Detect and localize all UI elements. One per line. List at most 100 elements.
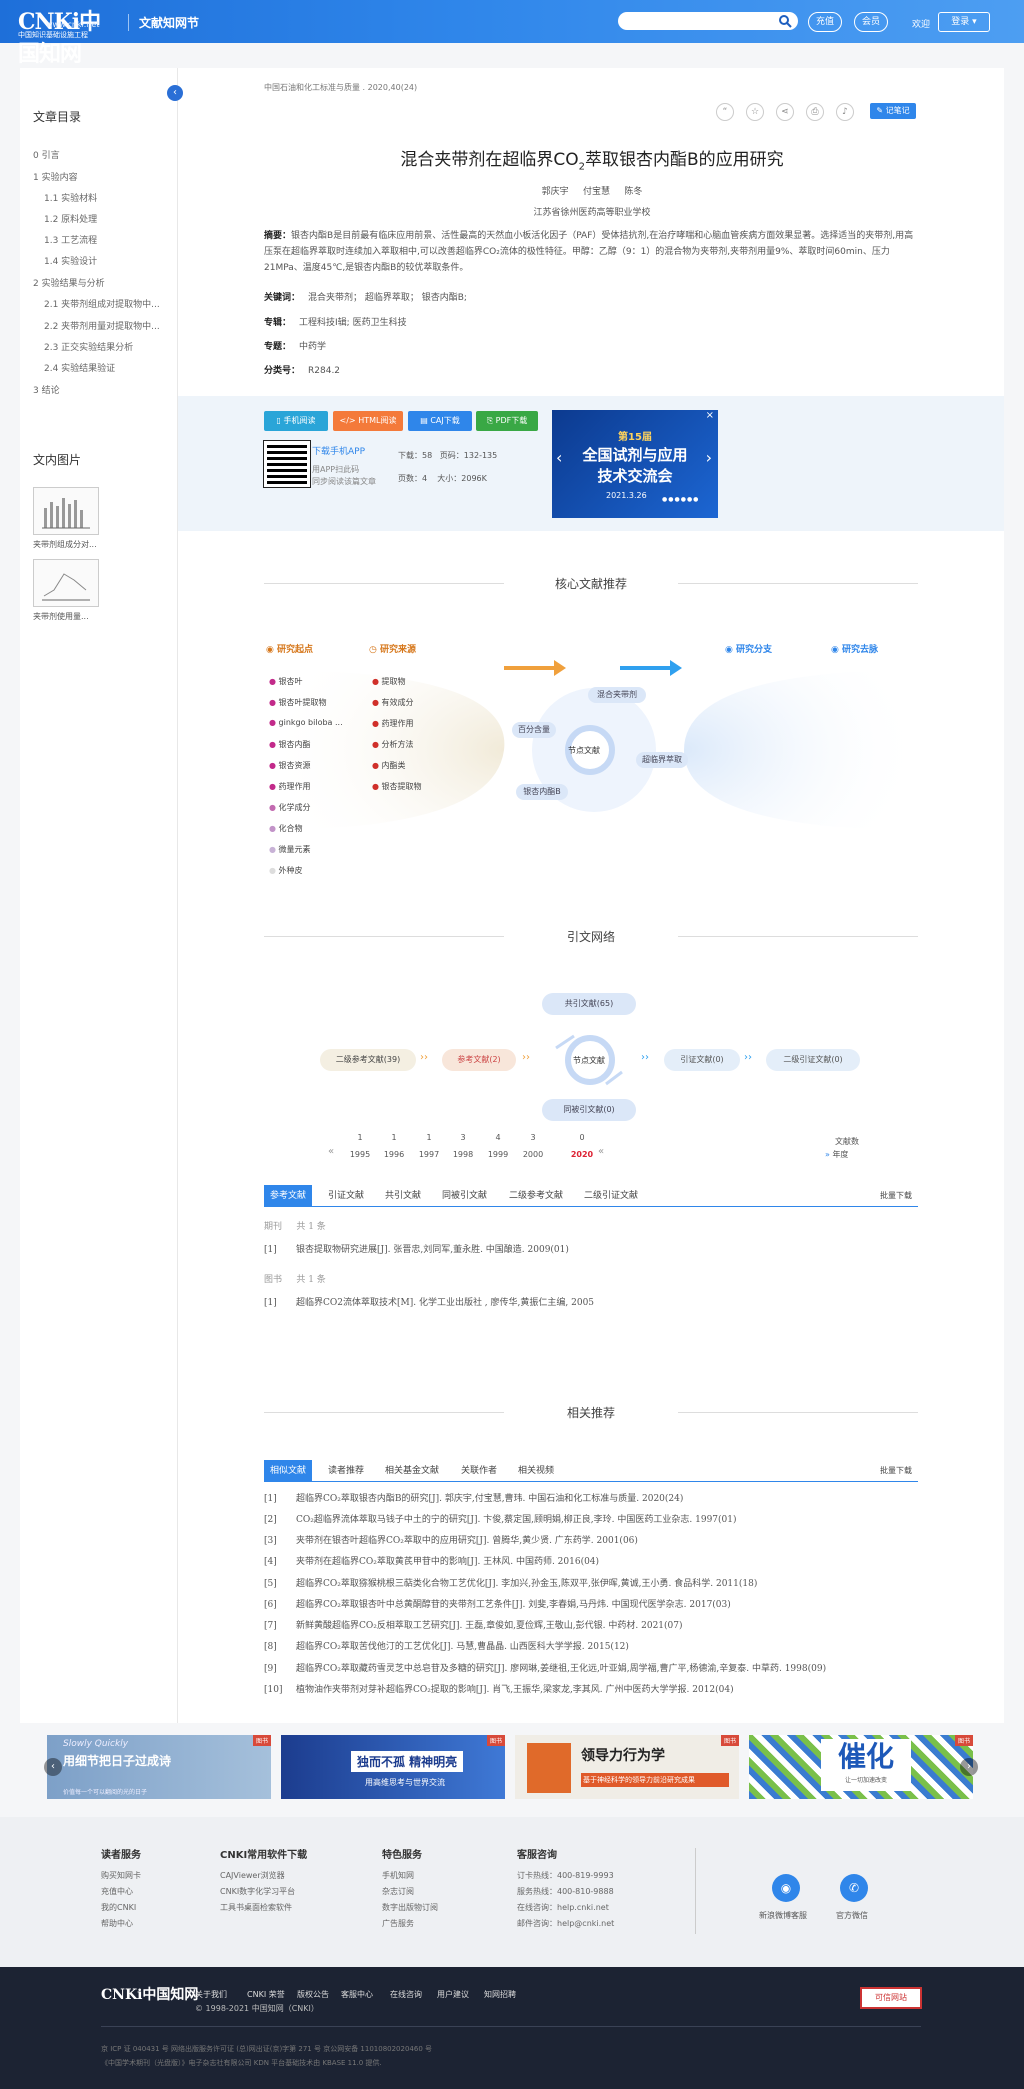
year-tick[interactable]: 1998 — [449, 1150, 477, 1159]
related-item[interactable]: [5] 超临界CO₂萃取猕猴桃根三萜类化合物工艺优化[J]. 李加兴,孙金玉,陈双… — [264, 1576, 757, 1589]
batch-download-button[interactable]: 批量下载 — [880, 1460, 912, 1482]
footer-link[interactable]: 在线咨询：help.cnki.net — [517, 1902, 609, 1913]
footer-nav-link[interactable]: 在线咨询 — [390, 1989, 422, 2000]
tab-similar[interactable]: 相似文献 — [264, 1460, 313, 1482]
start-item[interactable]: ● 银杏资源 — [269, 760, 311, 771]
next-arrow-icon[interactable]: › — [706, 448, 712, 467]
research-source-tab[interactable]: ◷ 研究来源 — [369, 642, 429, 655]
prev-arrow-icon[interactable]: ‹ — [556, 448, 562, 467]
figure-thumbnail[interactable] — [33, 559, 99, 607]
footer-link[interactable]: 广告服务 — [382, 1918, 414, 1929]
author-link[interactable]: 付宝慧 — [583, 187, 610, 197]
source-item[interactable]: ● 银杏提取物 — [372, 781, 422, 792]
login-button[interactable]: 登录 ▾ — [938, 12, 990, 32]
start-item[interactable]: ● 银杏内酯 — [269, 739, 311, 750]
source-item[interactable]: ● 药理作用 — [372, 718, 414, 729]
node-label[interactable]: 节点文献 — [568, 745, 600, 756]
quote-icon[interactable]: “ — [716, 103, 734, 121]
toc-item[interactable]: 1.4 实验设计 — [44, 254, 97, 267]
weibo-label[interactable]: 新浪微博客服 — [759, 1910, 807, 1921]
year-tick[interactable]: 1997 — [415, 1150, 443, 1159]
footer-link[interactable]: 手机知网 — [382, 1870, 414, 1881]
carousel-dots[interactable]: ●●●●●● — [662, 496, 699, 503]
footer-link[interactable]: 服务热线：400-810-9888 — [517, 1886, 614, 1897]
search-icon[interactable] — [778, 14, 792, 28]
footer-link[interactable]: 购买知网卡 — [101, 1870, 141, 1881]
footer-link[interactable]: 邮件咨询：help@cnki.net — [517, 1918, 614, 1929]
affiliation[interactable]: 江苏省徐州医药高等职业学校 — [180, 205, 1004, 218]
pdf-download-button[interactable]: ⎘ PDF下载 — [476, 411, 538, 431]
related-item[interactable]: [6] 超临界CO₂萃取银杏叶中总黄酮醇苷的夹带剂工艺条件[J]. 刘斐,李春娟,… — [264, 1597, 731, 1610]
toc-item[interactable]: 3 结论 — [33, 383, 60, 396]
toc-item[interactable]: 1 实验内容 — [33, 170, 78, 183]
tab-co-citations[interactable]: 共引文献 — [385, 1185, 421, 1207]
related-item[interactable]: [4] 夹带剂在超临界CO₂萃取黄芪甲苷中的影响[J]. 王林风. 中国药师. 2… — [264, 1554, 599, 1567]
start-item[interactable]: ● 化学成分 — [269, 802, 311, 813]
keyword-tag[interactable]: 百分含量 — [512, 722, 556, 738]
research-branch-tab[interactable]: ◉ 研究分支 — [725, 642, 791, 655]
keyword-tag[interactable]: 银杏内酯B — [516, 784, 568, 800]
related-item[interactable]: [8] 超临界CO₂萃取苦伐他汀的工艺优化[J]. 马慧,曹晶晶. 山西医科大学学… — [264, 1639, 629, 1652]
share-icon[interactable]: ⋖ — [776, 103, 794, 121]
tab-second-ref[interactable]: 二级参考文献 — [509, 1185, 563, 1207]
toc-item[interactable]: 2.1 夹带剂组成对提取物中... — [44, 297, 160, 310]
tab-references[interactable]: 参考文献 — [264, 1185, 313, 1207]
keyword-tag[interactable]: 超临界萃取 — [636, 752, 688, 768]
carousel-next-icon[interactable]: › — [960, 1758, 978, 1776]
mobile-read-button[interactable]: ▯ 手机阅读 — [264, 411, 328, 431]
footer-nav-link[interactable]: 版权公告 — [297, 1989, 329, 2000]
footer-nav-link[interactable]: 用户建议 — [437, 1989, 469, 2000]
book-ad[interactable]: Slowly Quickly 用细节把日子过成诗 价值每一个可以翻阅的光的日子 … — [47, 1735, 271, 1799]
app-download-link[interactable]: 下载手机APP — [312, 444, 365, 457]
ad-banner[interactable]: 第15届 全国试剂与应用 技术交流会 2021.3.26 ‹ › × ●●●●●… — [552, 410, 718, 518]
figure-thumbnail[interactable] — [33, 487, 99, 535]
ref-node[interactable]: 参考文献(2) — [442, 1049, 516, 1071]
tab-reader-rec[interactable]: 读者推荐 — [328, 1460, 364, 1482]
related-item[interactable]: [3] 夹带剂在银杏叶超临界CO₂萃取中的应用研究[J]. 曾腾华,黄少贤. 广东… — [264, 1533, 638, 1546]
related-item[interactable]: [1] 超临界CO₂萃取银杏内酯B的研究[J]. 郭庆宇,付宝慧,曹玮. 中国石油… — [264, 1491, 683, 1504]
research-trend-tab[interactable]: ◉ 研究去脉 — [831, 642, 897, 655]
wechat-label[interactable]: 官方微信 — [836, 1910, 868, 1921]
related-item[interactable]: [10] 植物油作夹带剂对芽补超临界CO₂提取的影响[J]. 肖飞,王振华,梁家龙… — [264, 1682, 734, 1695]
trusted-site-badge[interactable]: 可信网站 — [860, 1987, 922, 2009]
ref-item[interactable]: [1] 银杏提取物研究进展[J]. 张晋忠,刘同军,董永胜. 中国酿造. 2009… — [264, 1242, 569, 1255]
book-ad[interactable]: 领导力行为学 基于神经科学的领导力前沿研究成果 图书 — [515, 1735, 739, 1799]
toc-item[interactable]: 0 引言 — [33, 148, 60, 161]
bell-icon[interactable]: ♪ — [836, 103, 854, 121]
start-item[interactable]: ● ginkgo biloba ... — [269, 718, 343, 727]
cite-node[interactable]: 引证文献(0) — [664, 1049, 740, 1071]
co-cite-node[interactable]: 共引文献(65) — [542, 993, 636, 1015]
start-item[interactable]: ● 微量元素 — [269, 844, 311, 855]
year-tick[interactable]: 1995 — [346, 1150, 374, 1159]
cnki-logo[interactable]: CNKi中国知网 www.cnki.net 中国知识基础设施工程 — [18, 4, 118, 67]
footer-link[interactable]: 帮助中心 — [101, 1918, 133, 1929]
book-ad[interactable]: 独而不孤 精神明亮 用高维思考与世界交流 图书 — [281, 1735, 505, 1799]
toc-item[interactable]: 2.3 正交实验结果分析 — [44, 340, 133, 353]
collapse-sidebar-icon[interactable]: ‹ — [167, 85, 183, 101]
author-link[interactable]: 郭庆宇 — [542, 187, 569, 197]
next-years-icon[interactable]: « — [598, 1146, 604, 1157]
research-start-tab[interactable]: ◉ 研究起点 — [266, 642, 326, 655]
toc-item[interactable]: 2 实验结果与分析 — [33, 276, 105, 289]
tab-citations[interactable]: 引证文献 — [328, 1185, 364, 1207]
toc-item[interactable]: 1.2 原料处理 — [44, 212, 97, 225]
keywords-links[interactable]: 混合夹带剂； 超临界萃取； 银杏内酯B; — [308, 293, 467, 303]
year-tick[interactable]: 2000 — [519, 1150, 547, 1159]
start-item[interactable]: ● 银杏叶提取物 — [269, 697, 327, 708]
html-read-button[interactable]: </> HTML阅读 — [333, 411, 403, 431]
year-tick[interactable]: 1996 — [380, 1150, 408, 1159]
batch-download-button[interactable]: 批量下载 — [880, 1185, 912, 1207]
related-item[interactable]: [7] 新鲜黄酸超临界CO₂反相萃取工艺研究[J]. 王磊,章俊如,夏俭辉,王敬山… — [264, 1618, 683, 1631]
co-cited-node[interactable]: 同被引文献(0) — [542, 1099, 636, 1121]
tab-video[interactable]: 相关视频 — [518, 1460, 554, 1482]
source-item[interactable]: ● 有效成分 — [372, 697, 414, 708]
author-link[interactable]: 陈冬 — [624, 187, 642, 197]
source-item[interactable]: ● 提取物 — [372, 676, 406, 687]
footer-link[interactable]: CNKI数字化学习平台 — [220, 1886, 295, 1897]
source-item[interactable]: ● 分析方法 — [372, 739, 414, 750]
search-input[interactable] — [618, 12, 798, 30]
year-tick[interactable]: 1999 — [484, 1150, 512, 1159]
start-item[interactable]: ● 外种皮 — [269, 865, 303, 876]
footer-nav-link[interactable]: 客服中心 — [341, 1989, 373, 2000]
carousel-prev-icon[interactable]: ‹ — [44, 1758, 62, 1776]
